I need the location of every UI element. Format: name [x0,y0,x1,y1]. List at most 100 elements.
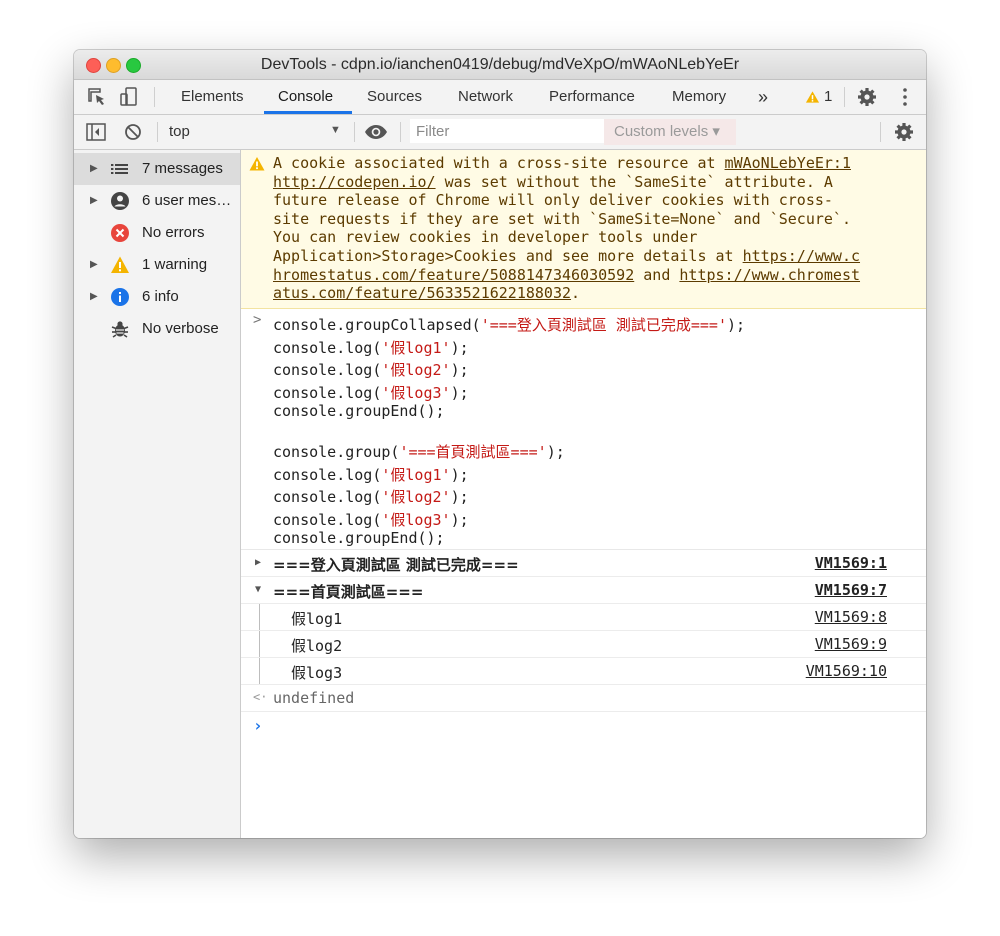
info-icon [111,288,129,306]
log-message: 假log2 [291,637,343,655]
log-levels-dropdown[interactable]: Custom levels ▾ [604,119,736,145]
warning-source-link[interactable]: mWAoNLebYeEr:1 [725,154,851,172]
sidebar-item-label: 7 messages [142,160,223,177]
expand-arrow-icon[interactable]: ▶ [90,195,98,206]
kebab-menu-icon[interactable] [894,86,916,108]
sidebar-item-verbose[interactable]: No verbose [74,313,240,345]
tab-network[interactable]: Network [458,80,513,114]
sidebar-item-label: 6 user mes… [142,192,232,209]
prompt-chevron-icon: › [253,716,263,735]
code-line: console.groupEnd(); [273,402,445,420]
console-settings-gear-icon[interactable] [893,121,915,143]
code-end: ); [450,511,469,529]
console-group-collapsed[interactable]: ▶ ===登入頁測試區 測試已完成=== VM1569:1 [241,550,926,577]
code-end: ); [450,488,469,506]
sidebar-item-label: 6 info [142,288,179,305]
context-selector[interactable]: top [169,123,190,140]
code-fn: console.log( [273,488,382,506]
divider [400,122,401,142]
warning-text-part: . [571,284,581,303]
console-sidebar: ▶ 7 messages ▶ 6 user mes… No errors ▶ 1… [74,150,241,838]
devtools-window: DevTools - cdpn.io/ianchen0419/debug/mdV… [74,50,926,838]
console-log-row: 假log1 VM1569:8 [241,604,926,631]
expand-arrow-icon[interactable]: ▶ [90,259,98,270]
divider [154,87,155,107]
warning-text-part: and [634,265,680,284]
code-line: console.log('假log3'); [273,509,469,530]
group-label: ===登入頁測試區 測試已完成=== [273,556,519,574]
group-label: ===首頁測試區=== [273,583,424,601]
chromestatus-link-2[interactable]: atus.com/feature/5633521622188032 [273,284,571,302]
warning-text-part: A cookie associated with a cross-site re… [273,154,725,172]
sidebar-item-warnings[interactable]: ▶ 1 warning [74,249,240,281]
code-string: '假log3' [381,511,451,529]
code-fn: console.log( [273,339,382,357]
code-line: console.log('假log2'); [273,486,469,507]
group-indent-line [259,631,260,657]
code-fn: console.group( [273,443,400,461]
live-expression-eye-icon[interactable] [364,123,388,141]
expand-arrow-icon[interactable]: ▶ [90,163,98,174]
error-icon [111,224,129,242]
code-fn: console.log( [273,466,382,484]
list-icon [111,164,128,174]
chromestatus-link-1[interactable]: hromestatus.com/feature/5088147346030592 [273,266,634,284]
console-output: A cookie associated with a cross-site re… [241,150,926,838]
clear-console-icon[interactable] [122,121,144,143]
sidebar-item-messages[interactable]: ▶ 7 messages [74,153,240,185]
inspect-element-icon[interactable] [86,86,108,108]
sidebar-item-info[interactable]: ▶ 6 info [74,281,240,313]
chromestatus-link-2[interactable]: https://www.chromest [679,266,860,284]
source-link[interactable]: VM1569:7 [815,581,887,599]
code-string: '假log1' [381,339,451,357]
device-toolbar-icon[interactable] [118,86,140,108]
sidebar-item-user-messages[interactable]: ▶ 6 user mes… [74,185,240,217]
cookie-warning-message: A cookie associated with a cross-site re… [241,150,926,309]
warning-count-badge[interactable]: 1 [824,80,832,114]
filter-input[interactable] [410,119,608,143]
code-end: ); [727,316,746,334]
more-tabs-button[interactable]: » [758,80,768,114]
code-end: ); [450,339,469,357]
code-end: ); [546,443,565,461]
sidebar-item-label: No errors [142,224,205,241]
tab-sources[interactable]: Sources [367,80,422,114]
collapse-arrow-icon[interactable]: ▼ [255,584,261,595]
chromestatus-link-1[interactable]: https://www.c [743,247,860,265]
tab-memory[interactable]: Memory [672,80,726,114]
console-group-expanded[interactable]: ▼ ===首頁測試區=== VM1569:7 [241,577,926,604]
expand-arrow-icon[interactable]: ▶ [255,557,261,568]
console-prompt[interactable]: › [241,712,926,752]
source-link[interactable]: VM1569:8 [815,608,887,626]
code-end: ); [450,384,469,402]
code-line: console.log('假log1'); [273,464,469,485]
code-line: console.groupCollapsed('===登入頁測試區 測試已完成=… [273,314,745,335]
code-line: console.log('假log3'); [273,382,469,403]
tab-elements[interactable]: Elements [181,80,244,114]
sidebar-toggle-icon[interactable] [85,121,107,143]
context-dropdown-arrow-icon[interactable]: ▼ [330,124,341,136]
warning-text-part: was set without the `SameSite` attribute… [435,172,833,191]
warning-icon [249,157,265,171]
source-link[interactable]: VM1569:9 [815,635,887,653]
settings-gear-icon[interactable] [856,86,878,108]
expand-arrow-icon[interactable]: ▶ [90,291,98,302]
sidebar-item-errors[interactable]: No errors [74,217,240,249]
codepen-url-link[interactable]: http://codepen.io/ [273,173,436,191]
panel-tab-bar: Elements Console Sources Network Perform… [74,80,926,115]
result-arrow-icon: <· [253,690,268,704]
code-fn: console.log( [273,361,382,379]
tab-console[interactable]: Console [278,80,333,114]
source-link[interactable]: VM1569:1 [815,554,887,572]
code-end: ); [450,361,469,379]
group-indent-line [259,604,260,630]
bug-icon [111,321,129,338]
source-link[interactable]: VM1569:10 [806,662,887,680]
active-tab-indicator [264,111,352,114]
warning-icon [805,91,820,103]
console-result-row: <· undefined [241,685,926,712]
console-log-row: 假log3 VM1569:10 [241,658,926,685]
warning-text-part: future release of Chrome will only deliv… [273,191,833,210]
tab-performance[interactable]: Performance [549,80,635,114]
console-toolbar: top ▼ Custom levels ▾ [74,115,926,150]
